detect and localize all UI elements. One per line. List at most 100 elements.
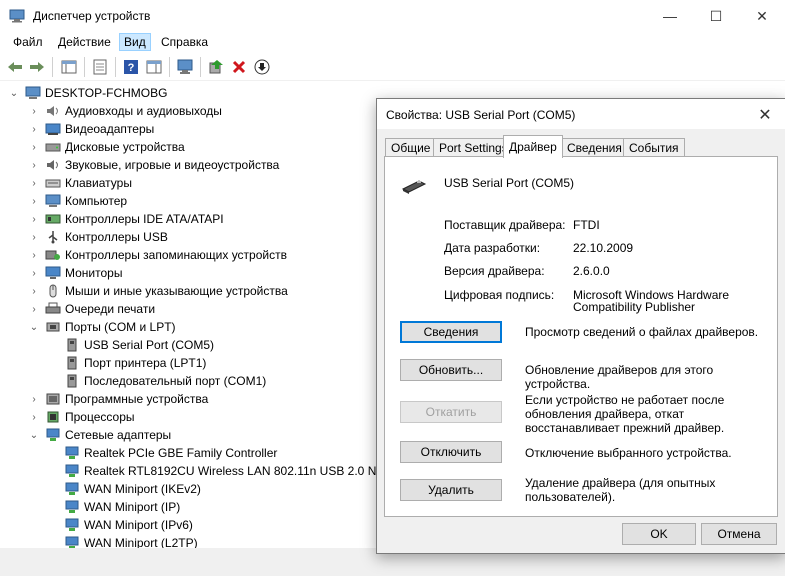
tree-item-mice[interactable]: › Мыши и иные указывающие устройства (29, 282, 287, 300)
chevron-right-icon[interactable]: › (29, 124, 39, 135)
ok-button[interactable]: OK (622, 523, 696, 545)
usb-serial-device-icon (401, 180, 427, 194)
properties-icon[interactable] (91, 58, 109, 76)
tree-root[interactable]: ⌄ DESKTOP-FCHMOBG (9, 84, 168, 102)
tree-item-wan-ipv6[interactable]: WAN Miniport (IPv6) (58, 516, 193, 534)
tree-item-processors[interactable]: › Процессоры (29, 408, 134, 426)
chevron-right-icon[interactable]: › (29, 394, 39, 405)
keyboard-icon (45, 179, 61, 188)
chevron-right-icon[interactable]: › (29, 286, 39, 297)
chevron-right-icon[interactable]: › (29, 304, 39, 315)
chevron-right-icon[interactable]: › (29, 250, 39, 261)
chevron-down-icon[interactable]: ⌄ (29, 430, 39, 441)
ide-controller-icon (45, 214, 61, 224)
tree-item-usb-controllers[interactable]: › Контроллеры USB (29, 228, 168, 246)
disk-drive-icon (45, 143, 61, 152)
action-pane-icon[interactable] (145, 58, 163, 76)
tree-item-disk-drives[interactable]: › Дисковые устройства (29, 138, 184, 156)
chevron-down-icon[interactable]: ⌄ (9, 88, 19, 99)
tree-item-storage-controllers[interactable]: › Контроллеры запоминающих устройств (29, 246, 287, 264)
tree-item-print-queues[interactable]: › Очереди печати (29, 300, 155, 318)
update-driver-button[interactable]: Обновить... (400, 359, 502, 381)
enable-device-arrow-icon[interactable] (253, 58, 271, 76)
tab-events[interactable]: События (623, 138, 685, 157)
tree-item-keyboards[interactable]: › Клавиатуры (29, 174, 132, 192)
disable-device-description: Отключение выбранного устройства. (525, 446, 732, 460)
tab-details[interactable]: Сведения (561, 138, 628, 157)
tree-item-realtek-wireless[interactable]: Realtek RTL8192CU Wireless LAN 802.11n U… (58, 462, 395, 480)
tree-item-wan-ikev2[interactable]: WAN Miniport (IKEv2) (58, 480, 201, 498)
chevron-right-icon[interactable]: › (29, 232, 39, 243)
menu-view[interactable]: Вид (119, 33, 151, 51)
tree-item-usb-serial-port[interactable]: USB Serial Port (COM5) (58, 336, 214, 354)
menu-action[interactable]: Действие (58, 35, 111, 49)
tree-item-network-adapters[interactable]: ⌄ Сетевые адаптеры (29, 426, 171, 444)
properties-dialog: Свойства: USB Serial Port (COM5) ✕ Общие… (376, 98, 785, 554)
chevron-right-icon[interactable]: › (29, 268, 39, 279)
title-bar: Диспетчер устройств — ☐ ✕ (0, 0, 785, 32)
tree-item-sound-devices[interactable]: › Звуковые, игровые и видеоустройства (29, 156, 279, 174)
toolbar-separator (52, 57, 53, 77)
storage-controller-icon (45, 250, 60, 260)
uninstall-x-icon[interactable] (230, 58, 248, 76)
tree-item-software-devices[interactable]: › Программные устройства (29, 390, 208, 408)
network-adapter-icon (65, 446, 79, 459)
tree-item-printer-port[interactable]: Порт принтера (LPT1) (58, 354, 206, 372)
chevron-right-icon[interactable]: › (29, 214, 39, 225)
tab-port-settings[interactable]: Port Settings (433, 138, 514, 157)
chevron-right-icon[interactable]: › (29, 178, 39, 189)
update-driver-icon[interactable] (207, 58, 225, 76)
tab-general[interactable]: Общие (385, 138, 437, 157)
dialog-close-button[interactable]: ✕ (755, 105, 775, 124)
tree-item-computer[interactable]: › Компьютер (29, 192, 127, 210)
network-adapter-icon (65, 482, 79, 495)
rollback-description-line2: обновления драйвера, откат (525, 407, 685, 421)
tree-item-audio-io[interactable]: › Аудиовходы и аудиовыходы (29, 102, 222, 120)
show-hide-console-tree-icon[interactable] (60, 58, 78, 76)
svg-text:?: ? (128, 62, 135, 74)
version-value: 2.6.0.0 (573, 264, 610, 278)
back-arrow-icon[interactable] (6, 58, 24, 76)
uninstall-description-line2: пользователей). (525, 490, 616, 504)
signer-value-line2: Compatibility Publisher (573, 300, 696, 314)
chevron-right-icon[interactable]: › (29, 196, 39, 207)
tree-item-ide-controllers[interactable]: › Контроллеры IDE ATA/ATAPI (29, 210, 223, 228)
cancel-button[interactable]: Отмена (701, 523, 777, 545)
version-label: Версия драйвера: (444, 264, 545, 278)
driver-details-button[interactable]: Сведения (400, 321, 502, 343)
network-adapter-icon (65, 464, 79, 477)
tree-item-ports[interactable]: ⌄ Порты (COM и LPT) (29, 318, 176, 336)
forward-arrow-icon[interactable] (28, 58, 46, 76)
tab-driver[interactable]: Драйвер (503, 135, 563, 158)
chevron-right-icon[interactable]: › (29, 106, 39, 117)
uninstall-driver-button[interactable]: Удалить (400, 479, 502, 501)
port-icon (46, 322, 60, 332)
chevron-down-icon[interactable]: ⌄ (29, 322, 39, 333)
tree-item-realtek-pcie[interactable]: Realtek PCIe GBE Family Controller (58, 444, 277, 462)
processor-icon (47, 411, 59, 423)
rollback-driver-button[interactable]: Откатить (400, 401, 502, 423)
port-icon (67, 356, 77, 370)
help-icon[interactable]: ? (122, 58, 140, 76)
chevron-right-icon[interactable]: › (29, 160, 39, 171)
disable-device-button[interactable]: Отключить (400, 441, 502, 463)
tree-item-serial-port[interactable]: Последовательный порт (COM1) (58, 372, 266, 390)
close-button[interactable]: ✕ (739, 0, 785, 32)
software-device-icon (46, 393, 60, 405)
provider-label: Поставщик драйвера: (444, 218, 566, 232)
menu-file[interactable]: Файл (13, 35, 43, 49)
chevron-right-icon[interactable]: › (29, 142, 39, 153)
tree-item-monitors[interactable]: › Мониторы (29, 264, 122, 282)
network-adapter-icon (65, 518, 79, 531)
menu-help[interactable]: Справка (161, 35, 208, 49)
tree-item-wan-ip[interactable]: WAN Miniport (IP) (58, 498, 180, 516)
maximize-button[interactable]: ☐ (693, 0, 739, 32)
scan-hardware-icon[interactable] (176, 58, 194, 76)
monitor-icon (45, 266, 61, 279)
tree-item-video-adapters[interactable]: › Видеоадаптеры (29, 120, 154, 138)
toolbar: ? (0, 54, 785, 81)
minimize-button[interactable]: — (647, 0, 693, 32)
chevron-right-icon[interactable]: › (29, 412, 39, 423)
toolbar-separator (115, 57, 116, 77)
rollback-description-line1: Если устройство не работает после (525, 393, 725, 407)
